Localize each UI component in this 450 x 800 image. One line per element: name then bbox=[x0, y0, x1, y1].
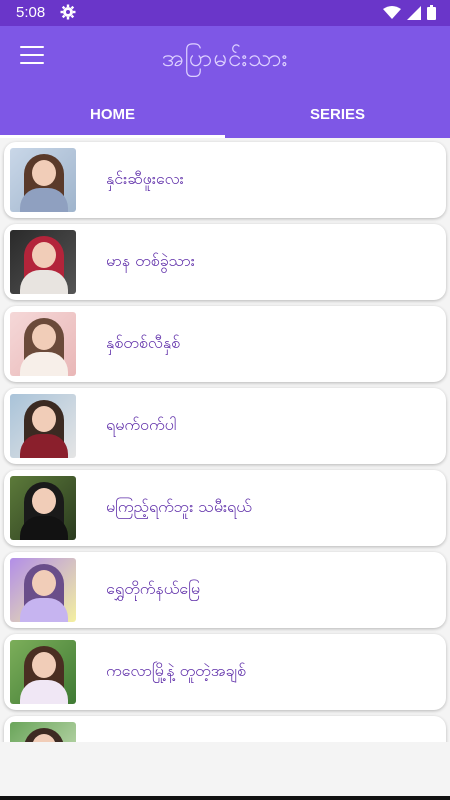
navigation-bar-edge bbox=[0, 796, 450, 800]
list-item[interactable]: မကြည့်ရက်ဘူး သမီးရယ် bbox=[4, 470, 446, 546]
bottom-blank-area bbox=[0, 742, 450, 796]
signal-icon bbox=[407, 5, 421, 20]
status-bar: 5:08 bbox=[0, 0, 450, 26]
battery-icon bbox=[427, 5, 436, 20]
status-icons bbox=[383, 5, 436, 20]
list-item-title: ရွှေတိုက်နယ်မြေ bbox=[106, 579, 201, 598]
photo-thumbnail bbox=[10, 640, 76, 704]
tab-series[interactable]: SERIES bbox=[225, 90, 450, 138]
story-list[interactable]: နှင်းဆီဖူးလေး မာန တစ်ခွဲသား နှစ်တစ်လီနှစ… bbox=[0, 138, 450, 742]
tab-bar: HOME SERIES bbox=[0, 90, 450, 138]
list-item[interactable]: ရွှေတိုက်နယ်မြေ bbox=[4, 552, 446, 628]
list-item[interactable]: နှင်းဆီဖူးလေး bbox=[4, 142, 446, 218]
list-item-title: ရမက်ဝက်ပါ bbox=[106, 415, 177, 434]
photo-thumbnail bbox=[10, 230, 76, 294]
status-time: 5:08 bbox=[16, 4, 46, 21]
list-item-title: နှစ်တစ်လီနှစ် bbox=[106, 333, 181, 352]
photo-thumbnail bbox=[10, 394, 76, 458]
photo-thumbnail bbox=[10, 148, 76, 212]
settings-gear-icon bbox=[60, 4, 76, 20]
list-item-title: မကြည့်ရက်ဘူး သမီးရယ် bbox=[106, 497, 252, 516]
list-item[interactable]: နှစ်တစ်လီနှစ် bbox=[4, 306, 446, 382]
list-item[interactable] bbox=[4, 716, 446, 742]
list-item-title: ကလောမြို့နဲ့ တူတဲ့အချစ် bbox=[106, 661, 246, 680]
list-item-title: နှင်းဆီဖူးလေး bbox=[106, 169, 184, 188]
photo-thumbnail bbox=[10, 722, 76, 742]
list-item[interactable]: ကလောမြို့နဲ့ တူတဲ့အချစ် bbox=[4, 634, 446, 710]
tab-home[interactable]: HOME bbox=[0, 90, 225, 138]
wifi-icon bbox=[383, 5, 401, 19]
photo-thumbnail bbox=[10, 558, 76, 622]
list-item[interactable]: မာန တစ်ခွဲသား bbox=[4, 224, 446, 300]
app-bar: အပြာမင်းသား bbox=[0, 26, 450, 90]
photo-thumbnail bbox=[10, 476, 76, 540]
photo-thumbnail bbox=[10, 312, 76, 376]
list-item-title: မာန တစ်ခွဲသား bbox=[106, 251, 195, 270]
list-item[interactable]: ရမက်ဝက်ပါ bbox=[4, 388, 446, 464]
app-title: အပြာမင်းသား bbox=[161, 44, 289, 72]
